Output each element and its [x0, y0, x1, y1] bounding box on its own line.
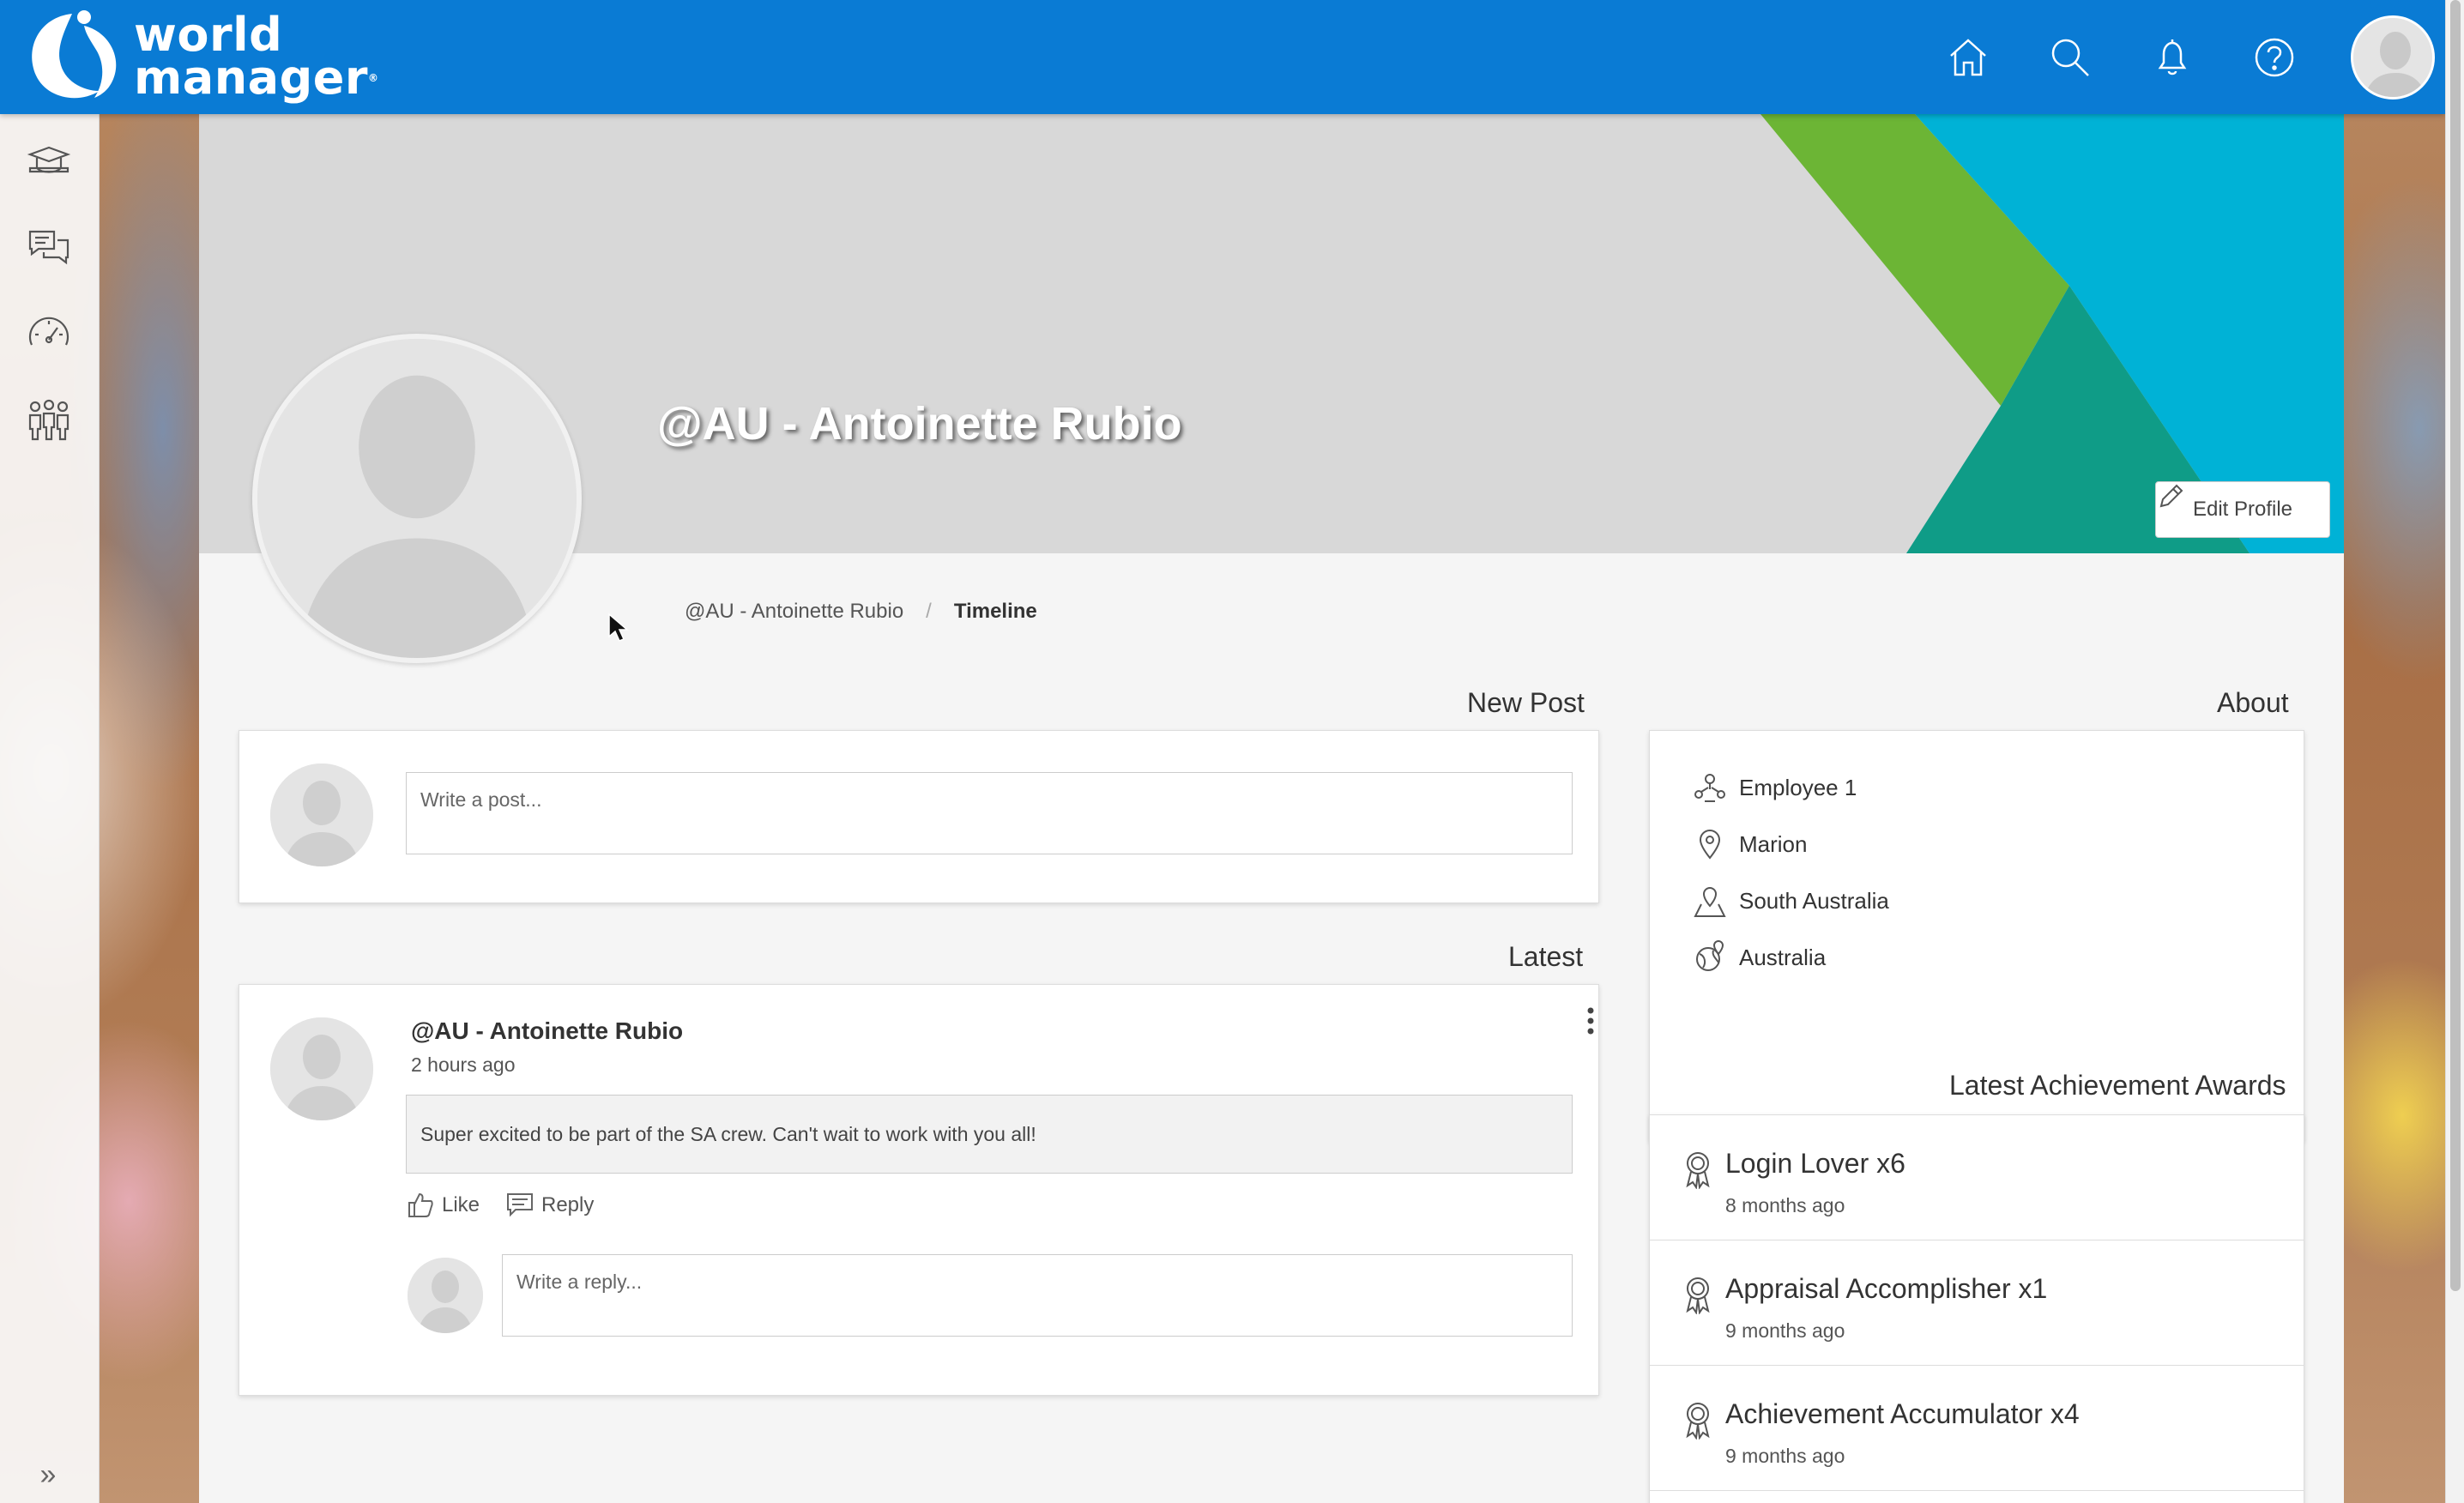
profile-main: @AU - Antoinette Rubio Edit Profile @AU … [199, 114, 2344, 1503]
logo-trademark: ® [368, 72, 379, 84]
post-body: Super excited to be part of the SA crew.… [406, 1095, 1573, 1174]
about-role: Employee 1 [1693, 770, 1857, 805]
new-post-card: Write a post... [239, 730, 1599, 903]
bell-icon [2158, 39, 2187, 75]
home-button[interactable] [1942, 32, 1994, 83]
latest-title: Latest [1508, 941, 1584, 972]
logo-mark-icon [32, 10, 117, 99]
page-scrollbar[interactable] [2445, 0, 2464, 1503]
user-silhouette-icon [408, 1258, 483, 1333]
sidebar-item-people[interactable] [19, 390, 79, 450]
edit-profile-button[interactable]: Edit Profile [2155, 481, 2330, 538]
award-item[interactable]: Appraisal Accomplisher x1 9 months ago [1650, 1240, 2304, 1366]
post-author-avatar[interactable] [270, 1017, 373, 1120]
award-name: Login Lover x6 [1725, 1148, 1905, 1179]
chat-icon [28, 230, 69, 265]
reply-icon [507, 1193, 533, 1217]
help-button[interactable] [2249, 32, 2300, 83]
about-country-text: Australia [1739, 944, 1827, 970]
about-title: About [2217, 687, 2289, 718]
map-region-icon [1694, 887, 1726, 917]
new-post-input[interactable]: Write a post... [406, 772, 1573, 854]
post-time: 2 hours ago [411, 1053, 516, 1076]
training-icon [27, 146, 71, 173]
award-item[interactable]: Achievement Accumulator x4 9 months ago [1650, 1366, 2304, 1491]
reply-button[interactable]: Reply [505, 1191, 594, 1220]
world-manager-logo[interactable]: world manager® [22, 9, 379, 105]
about-city: Marion [1693, 827, 1807, 861]
help-icon [2255, 38, 2294, 76]
breadcrumb: @AU - Antoinette Rubio / Timeline [685, 600, 1037, 624]
about-country: Australia [1693, 940, 1826, 975]
award-time: 8 months ago [1725, 1194, 1845, 1216]
user-silhouette-icon [270, 764, 373, 866]
sidebar-item-training[interactable] [19, 131, 79, 191]
about-state-text: South Australia [1739, 887, 1889, 914]
breadcrumb-separator: / [926, 600, 932, 623]
award-name: Appraisal Accomplisher x1 [1725, 1273, 2048, 1304]
profile-avatar[interactable] [252, 334, 582, 663]
breadcrumb-current: Timeline [953, 600, 1037, 623]
reply-avatar [408, 1258, 483, 1333]
home-icon [1950, 38, 1986, 75]
org-role-icon [1694, 774, 1725, 802]
search-icon [2051, 39, 2089, 76]
about-role-text: Employee 1 [1739, 774, 1857, 800]
reply-label: Reply [541, 1193, 595, 1216]
award-ribbon-icon [1686, 1152, 1710, 1189]
sidebar-expand-button[interactable]: » [31, 1458, 65, 1492]
award-name: Achievement Accumulator x4 [1725, 1398, 2080, 1429]
like-button[interactable]: Like [406, 1191, 480, 1220]
user-avatar-button[interactable] [2351, 15, 2435, 100]
award-item[interactable]: Login Lover x6 8 months ago [1650, 1115, 2304, 1240]
notifications-button[interactable] [2147, 32, 2198, 83]
location-pin-icon [1699, 830, 1721, 860]
people-icon [28, 399, 69, 441]
search-button[interactable] [2044, 32, 2096, 83]
thumbs-up-icon [408, 1192, 433, 1217]
dashboard-gauge-icon [28, 317, 69, 346]
like-label: Like [442, 1193, 480, 1216]
sidebar-item-chat[interactable] [19, 217, 79, 277]
top-bar: world manager® [0, 0, 2445, 114]
award-ribbon-icon [1686, 1403, 1710, 1440]
awards-title: Latest Achievement Awards [1949, 1070, 2286, 1101]
award-ribbon-icon [1686, 1277, 1710, 1314]
left-sidebar: » [0, 114, 100, 1503]
logo-text: world manager® [134, 12, 379, 101]
profile-name: @AU - Antoinette Rubio [657, 398, 1182, 450]
globe-pin-icon [1696, 940, 1724, 971]
user-silhouette-icon [270, 1017, 373, 1120]
about-state: South Australia [1693, 884, 1889, 918]
top-icons [1942, 0, 2445, 114]
post-author[interactable]: @AU - Antoinette Rubio [411, 1017, 683, 1045]
awards-card: Login Lover x6 8 months ago Appraisal Ac… [1649, 1114, 2304, 1503]
about-city-text: Marion [1739, 830, 1808, 857]
reply-input[interactable]: Write a reply... [502, 1254, 1573, 1337]
pencil-icon [2159, 484, 2183, 508]
edit-profile-label: Edit Profile [2192, 498, 2293, 521]
user-silhouette-icon [2353, 17, 2432, 97]
post-card: @AU - Antoinette Rubio 2 hours ago Super… [239, 984, 1599, 1396]
breadcrumb-profile-link[interactable]: @AU - Antoinette Rubio [685, 600, 903, 624]
scrollbar-thumb[interactable] [2450, 0, 2461, 1291]
profile-silhouette-icon [257, 339, 577, 658]
new-post-avatar [270, 764, 373, 866]
new-post-title: New Post [1467, 687, 1585, 718]
more-options-icon[interactable] [1578, 1004, 1603, 1038]
mouse-cursor-icon [608, 613, 630, 642]
award-time: 9 months ago [1725, 1445, 1845, 1467]
award-time: 9 months ago [1725, 1319, 1845, 1342]
sidebar-item-dashboard[interactable] [19, 305, 79, 365]
logo-line2: manager [134, 51, 368, 105]
